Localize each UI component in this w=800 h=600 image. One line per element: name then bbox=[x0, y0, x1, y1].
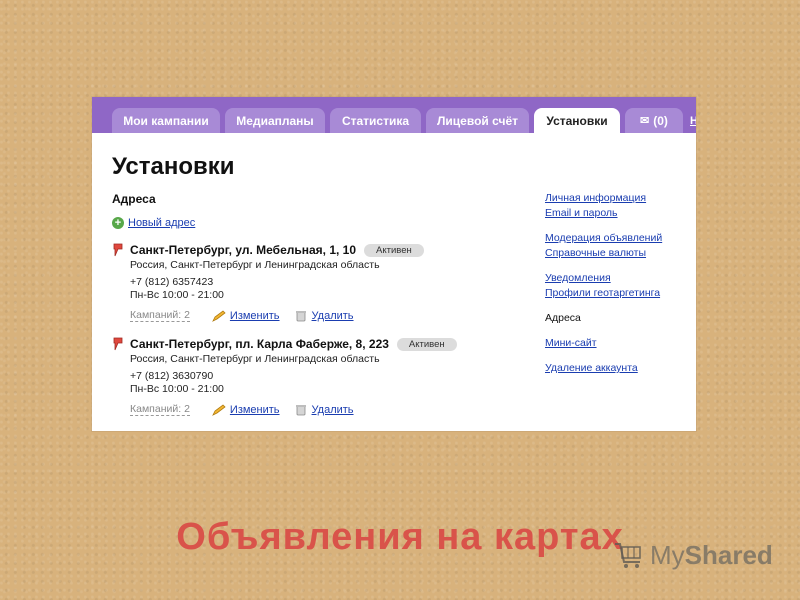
watermark: MyShared bbox=[612, 536, 773, 574]
sidebar-item-delete-account[interactable]: Удаление аккаунта bbox=[545, 361, 695, 376]
tab-label: Лицевой счёт bbox=[437, 113, 518, 128]
envelope-icon: ✉ bbox=[640, 115, 650, 127]
address-name: Санкт-Петербург, ул. Мебельная, 1, 10 bbox=[130, 243, 357, 257]
sidebar-group: Уведомления Профили геотаргетинга bbox=[545, 271, 695, 301]
cart-icon bbox=[615, 543, 641, 568]
sidebar-group: Адреса bbox=[545, 311, 695, 326]
tab-account[interactable]: Лицевой счёт bbox=[426, 108, 529, 133]
address-name: Санкт-Петербург, пл. Карла Фаберже, 8, 2… bbox=[130, 337, 389, 351]
delete-link[interactable]: Удалить bbox=[312, 404, 354, 416]
sidebar-group: Модерация объявлений Справочные валюты bbox=[545, 231, 695, 261]
tab-bar: Мои кампании Медиапланы Статистика Лицев… bbox=[92, 97, 696, 133]
sidebar-item-notifications[interactable]: Уведомления bbox=[545, 271, 695, 286]
tab-label: Статистика bbox=[341, 113, 410, 128]
map-pin-icon bbox=[112, 243, 124, 257]
campaigns-count[interactable]: Кампаний: 2 bbox=[130, 310, 190, 322]
address-item: Санкт-Петербург, ул. Мебельная, 1, 10 Ак… bbox=[112, 241, 442, 323]
delete-action: Удалить bbox=[294, 310, 354, 322]
new-address-row: + Новый адрес bbox=[112, 217, 195, 229]
tab-label: (0) bbox=[653, 113, 668, 128]
address-phone: +7 (812) 6357423 bbox=[130, 276, 214, 288]
sidebar-group: Мини-сайт bbox=[545, 336, 695, 351]
address-region: Россия, Санкт-Петербург и Ленинградская … bbox=[130, 353, 380, 365]
sidebar-item-geo-profiles[interactable]: Профили геотаргетинга bbox=[545, 286, 695, 301]
tab-label: Мои кампании bbox=[123, 113, 209, 128]
tab-media-plans[interactable]: Медиапланы bbox=[225, 108, 325, 133]
plus-icon: + bbox=[112, 217, 124, 229]
sidebar-item-email-password[interactable]: Email и пароль bbox=[545, 206, 695, 221]
page-content: Установки Адреса + Новый адрес Санкт-Пет… bbox=[92, 133, 696, 431]
sidebar-group: Удаление аккаунта bbox=[545, 361, 695, 376]
tab-help-link[interactable]: Н bbox=[690, 115, 696, 127]
pencil-icon bbox=[212, 310, 226, 322]
campaigns-count[interactable]: Кампаний: 2 bbox=[130, 404, 190, 416]
tab-my-campaigns[interactable]: Мои кампании bbox=[112, 108, 220, 133]
map-pin-icon bbox=[112, 337, 124, 351]
trash-icon bbox=[295, 405, 306, 416]
section-title: Адреса bbox=[112, 192, 156, 206]
watermark-text: MyShared bbox=[650, 539, 773, 570]
edit-link[interactable]: Изменить bbox=[230, 404, 280, 416]
delete-link[interactable]: Удалить bbox=[312, 310, 354, 322]
status-badge: Активен bbox=[364, 243, 424, 257]
settings-sidebar: Личная информация Email и пароль Модерац… bbox=[545, 191, 695, 376]
sidebar-item-moderation[interactable]: Модерация объявлений bbox=[545, 231, 695, 246]
address-hours: Пн-Вс 10:00 - 21:00 bbox=[130, 383, 224, 395]
delete-action: Удалить bbox=[294, 404, 354, 416]
pencil-icon bbox=[212, 404, 226, 416]
sidebar-group: Личная информация Email и пароль bbox=[545, 191, 695, 221]
address-phone: +7 (812) 3630790 bbox=[130, 370, 214, 382]
tab-messages[interactable]: ✉ (0) bbox=[625, 108, 683, 133]
screenshot-frame: Мои кампании Медиапланы Статистика Лицев… bbox=[92, 97, 696, 431]
tab-settings[interactable]: Установки bbox=[534, 108, 620, 133]
new-address-link[interactable]: Новый адрес bbox=[128, 217, 195, 229]
address-item: Санкт-Петербург, пл. Карла Фаберже, 8, 2… bbox=[112, 335, 457, 417]
page-title: Установки bbox=[112, 153, 235, 180]
address-hours: Пн-Вс 10:00 - 21:00 bbox=[130, 289, 224, 301]
status-badge: Активен bbox=[396, 337, 457, 351]
tab-label: Медиапланы bbox=[236, 113, 314, 128]
sidebar-item-addresses: Адреса bbox=[545, 312, 581, 324]
sidebar-item-personal-info[interactable]: Личная информация bbox=[545, 191, 695, 206]
tab-label: Установки bbox=[546, 113, 608, 128]
tab-statistics[interactable]: Статистика bbox=[330, 108, 421, 133]
edit-action: Изменить bbox=[212, 310, 280, 322]
sidebar-item-mini-site[interactable]: Мини-сайт bbox=[545, 336, 695, 351]
address-region: Россия, Санкт-Петербург и Ленинградская … bbox=[130, 259, 380, 271]
edit-action: Изменить bbox=[212, 404, 280, 416]
sidebar-item-currencies[interactable]: Справочные валюты bbox=[545, 246, 695, 261]
edit-link[interactable]: Изменить bbox=[230, 310, 280, 322]
trash-icon bbox=[295, 311, 306, 322]
